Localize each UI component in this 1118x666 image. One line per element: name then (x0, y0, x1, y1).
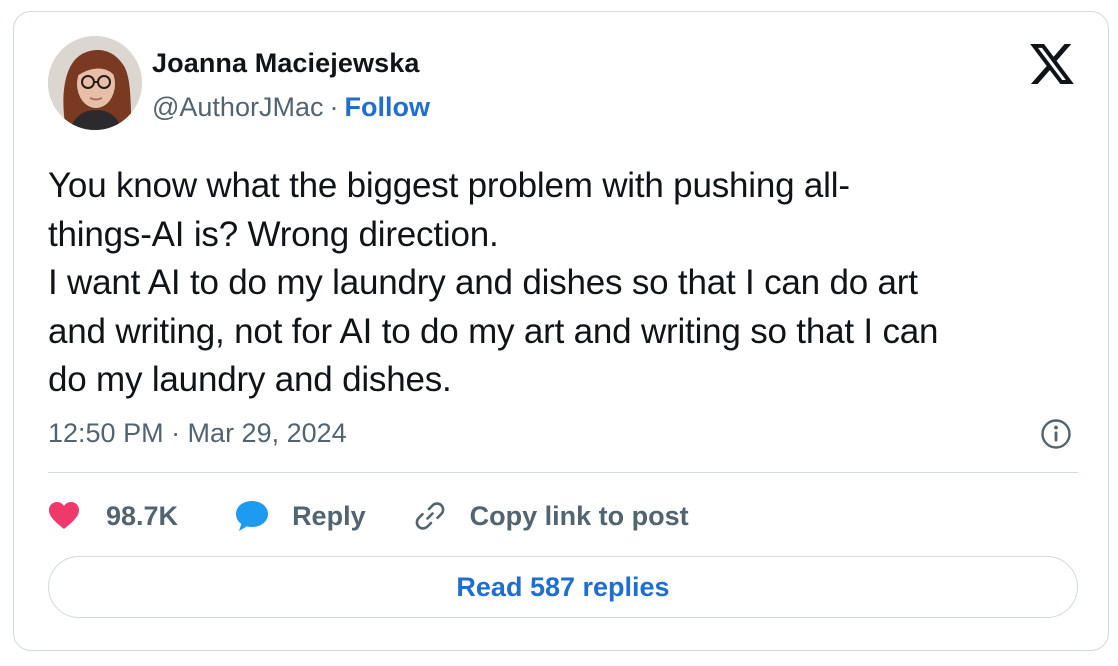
info-icon[interactable] (1040, 418, 1072, 450)
read-replies-button[interactable]: Read 587 replies (48, 556, 1078, 618)
author-name[interactable]: Joanna Maciejewska (152, 48, 419, 79)
author-handle[interactable]: @AuthorJMac (152, 92, 323, 122)
divider (48, 472, 1078, 473)
avatar[interactable] (48, 36, 142, 130)
copy-link-button[interactable]: Copy link to post (412, 498, 689, 534)
tweet-timestamp[interactable]: 12:50 PM · Mar 29, 2024 (48, 418, 347, 449)
speech-bubble-icon (236, 501, 269, 531)
link-icon (415, 502, 444, 530)
author-meta: @AuthorJMac · Follow (152, 92, 430, 123)
reply-button[interactable]: Reply (234, 499, 366, 533)
read-replies-label: Read 587 replies (456, 571, 670, 602)
reply-label: Reply (292, 500, 366, 531)
tweet-card: Joanna Maciejewska @AuthorJMac · Follow Yo… (13, 11, 1109, 651)
tweet-text: You know what the biggest problem with p… (48, 166, 939, 400)
action-bar: 98.7K Reply Copy link to post (48, 494, 689, 538)
like-button[interactable]: 98.7K (48, 501, 178, 532)
like-count: 98.7K (106, 500, 179, 531)
follow-button[interactable]: Follow (344, 92, 429, 122)
heart-icon (49, 502, 79, 529)
x-logo-icon[interactable] (1030, 44, 1074, 84)
avatar-image (48, 36, 142, 130)
copy-link-label: Copy link to post (469, 500, 689, 531)
separator-dot: · (329, 92, 339, 122)
